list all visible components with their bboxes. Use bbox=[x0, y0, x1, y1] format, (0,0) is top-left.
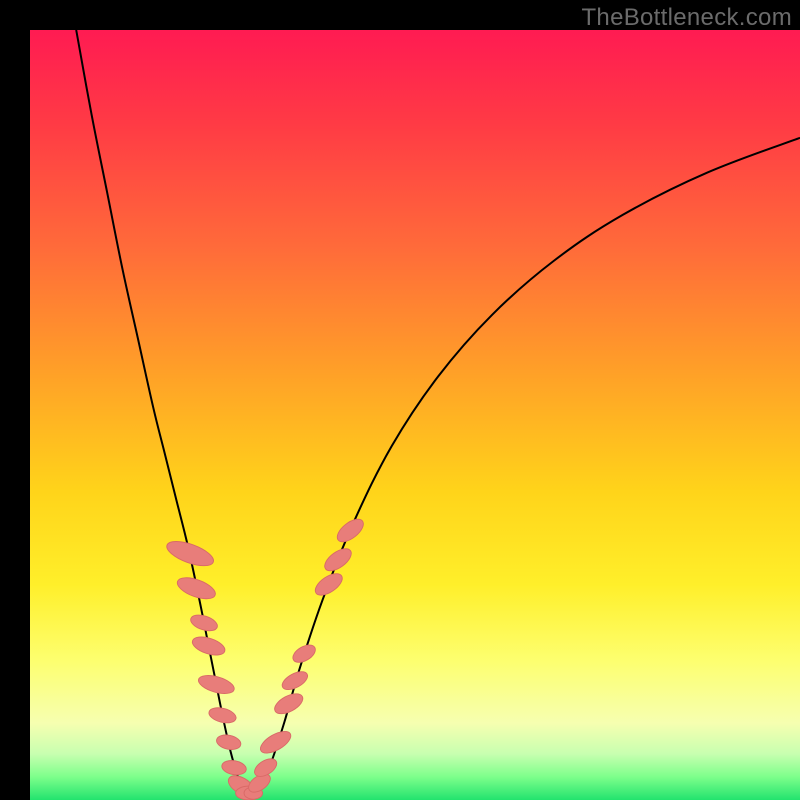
data-marker bbox=[189, 612, 220, 634]
chart-frame: TheBottleneck.com bbox=[0, 0, 800, 800]
data-marker bbox=[175, 573, 218, 603]
data-marker bbox=[215, 733, 242, 752]
data-marker bbox=[279, 668, 310, 693]
data-marker bbox=[190, 633, 227, 658]
data-marker bbox=[164, 536, 217, 570]
bottleneck-curve bbox=[30, 30, 800, 800]
curve-right-branch bbox=[257, 138, 800, 793]
plot-area bbox=[30, 30, 800, 800]
data-marker bbox=[290, 642, 318, 666]
data-marker bbox=[207, 705, 237, 725]
data-marker bbox=[221, 759, 248, 777]
data-marker bbox=[321, 544, 355, 575]
watermark-text: TheBottleneck.com bbox=[581, 4, 792, 32]
data-marker bbox=[272, 690, 306, 718]
data-marker bbox=[333, 515, 367, 546]
data-marker bbox=[312, 569, 346, 599]
data-marker bbox=[196, 672, 236, 697]
